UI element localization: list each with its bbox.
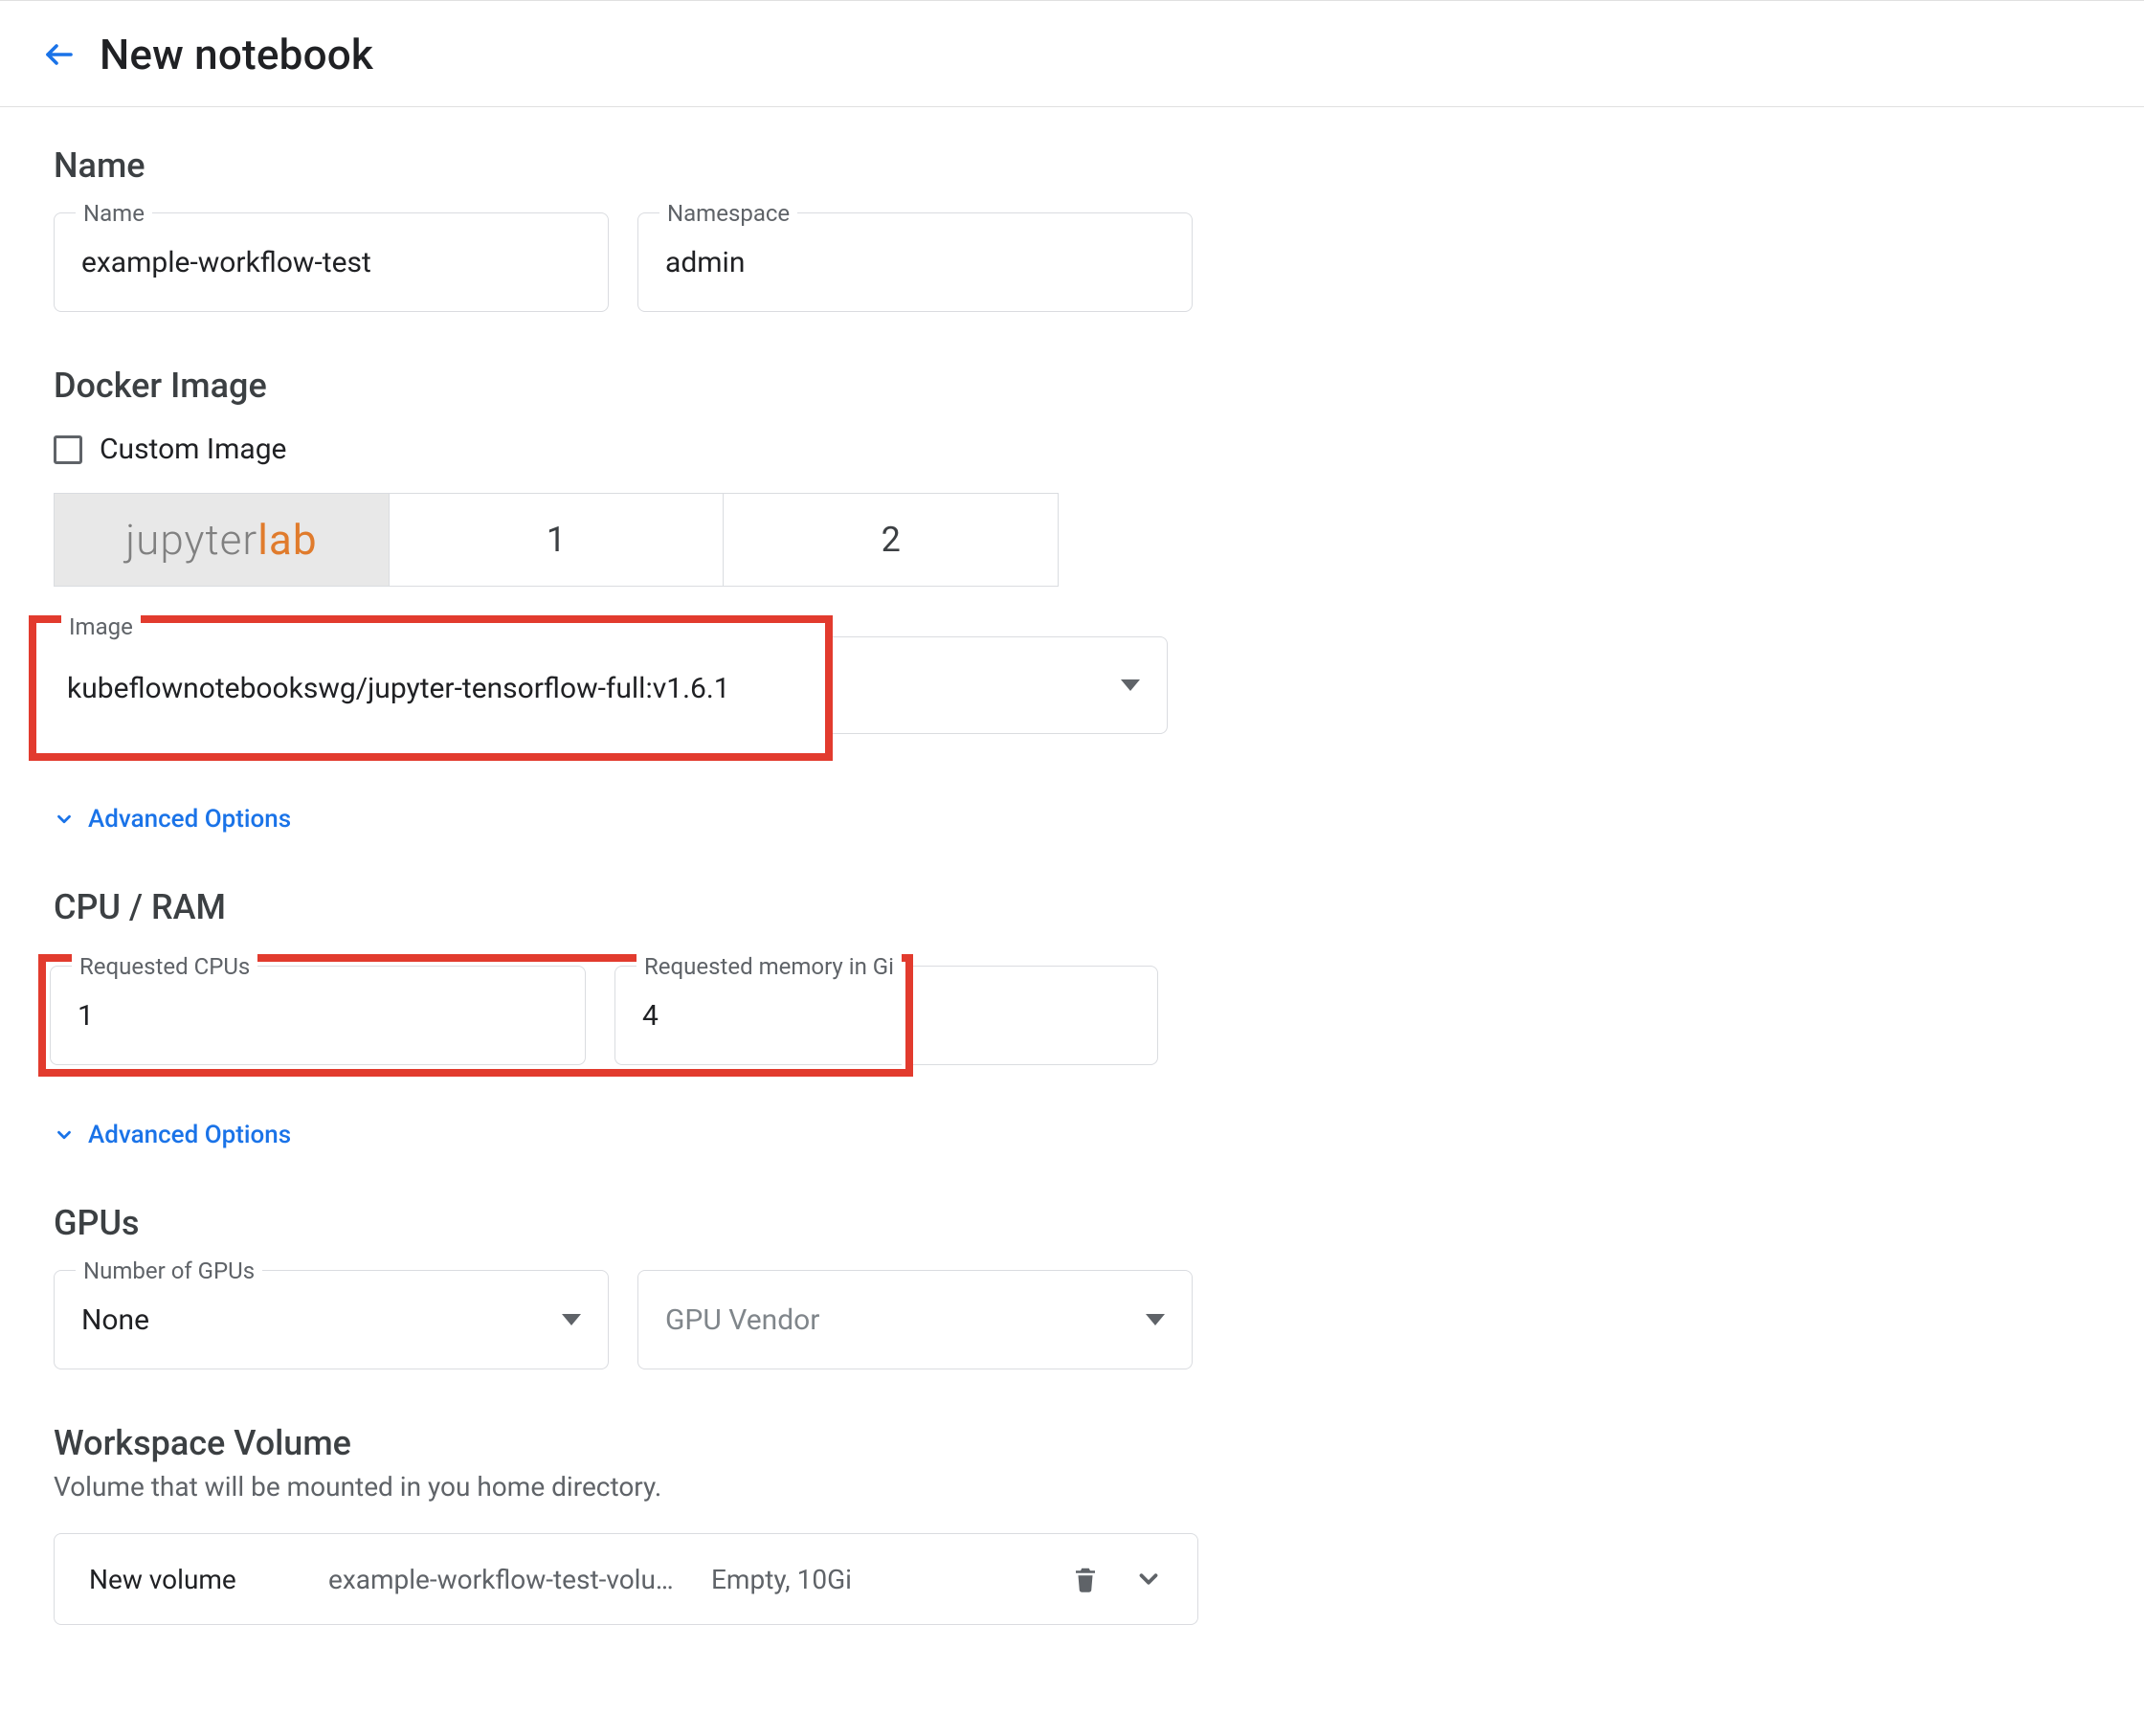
image-select[interactable] [833, 636, 1168, 734]
gpu-vendor-select[interactable]: GPU Vendor [637, 1270, 1193, 1369]
dropdown-arrow-icon [1146, 1310, 1165, 1329]
requested-cpus-input[interactable] [78, 999, 558, 1033]
checkbox-icon[interactable] [54, 435, 82, 464]
dropdown-arrow-icon [1121, 676, 1140, 695]
cpu-advanced-options[interactable]: Advanced Options [54, 1121, 2090, 1149]
name-input[interactable] [81, 246, 581, 279]
dropdown-arrow-icon [562, 1310, 581, 1329]
requested-memory-field-container: Requested memory in Gi [614, 966, 902, 1065]
name-field-label: Name [76, 200, 152, 227]
image-tab-jupyter[interactable]: jupyterlab [55, 494, 389, 586]
section-workspace-title: Workspace Volume [54, 1423, 2090, 1463]
volume-meta: Empty, 10Gi [711, 1564, 1037, 1595]
requested-cpus-field-container: Requested CPUs [50, 966, 586, 1065]
volume-name: New volume [89, 1564, 328, 1595]
requested-memory-field-tail [913, 966, 1158, 1065]
section-cpu-title: CPU / RAM [54, 887, 2090, 927]
gpu-vendor-placeholder: GPU Vendor [665, 1303, 1146, 1337]
image-tab-2[interactable]: 2 [723, 494, 1058, 586]
back-arrow-icon[interactable] [42, 37, 77, 72]
section-name-title: Name [54, 145, 2090, 186]
name-field-container: Name [54, 212, 609, 312]
section-docker-title: Docker Image [54, 366, 2090, 406]
workspace-volume-row[interactable]: New volume example-workflow-test-volu… E… [54, 1533, 1198, 1625]
section-workspace-subtitle: Volume that will be mounted in you home … [54, 1471, 2090, 1502]
trash-icon[interactable] [1071, 1563, 1100, 1595]
annotation-highlight-cpus: Requested CPUs Requested memory in Gi [38, 954, 913, 1077]
section-gpus: GPUs Number of GPUs None GPU Vendor [54, 1203, 2090, 1369]
cpu-advanced-label: Advanced Options [88, 1121, 291, 1149]
requested-memory-label: Requested memory in Gi [636, 953, 902, 980]
image-select-value: kubeflownotebookswg/jupyter-tensorflow-f… [67, 672, 794, 705]
image-tab-1[interactable]: 1 [389, 494, 724, 586]
namespace-field-container: Namespace [637, 212, 1193, 312]
requested-memory-input[interactable] [642, 999, 875, 1033]
page-header: New notebook [0, 1, 2144, 107]
section-name: Name Name Namespace [54, 145, 2090, 312]
image-select-label: Image [61, 613, 141, 640]
requested-cpus-label: Requested CPUs [72, 953, 257, 980]
custom-image-label: Custom Image [100, 433, 286, 466]
docker-advanced-label: Advanced Options [88, 805, 291, 834]
gpu-number-select[interactable]: Number of GPUs None [54, 1270, 609, 1369]
section-gpu-title: GPUs [54, 1203, 2090, 1243]
annotation-highlight-image: Image kubeflownotebookswg/jupyter-tensor… [29, 615, 833, 761]
chevron-down-icon [54, 1124, 75, 1146]
chevron-down-icon [54, 809, 75, 830]
section-cpu-ram: CPU / RAM Requested CPUs Requested memor… [54, 887, 2090, 1149]
namespace-field-label: Namespace [659, 200, 797, 227]
namespace-input[interactable] [665, 246, 1165, 279]
gpu-number-label: Number of GPUs [76, 1257, 262, 1284]
section-workspace-volume: Workspace Volume Volume that will be mou… [54, 1423, 2090, 1625]
page-title: New notebook [100, 30, 373, 79]
gpu-number-value: None [81, 1303, 562, 1337]
docker-advanced-options[interactable]: Advanced Options [54, 805, 2090, 834]
section-docker-image: Docker Image Custom Image jupyterlab 1 2… [54, 366, 2090, 834]
image-select-inner: Image kubeflownotebookswg/jupyter-tensor… [40, 627, 821, 749]
volume-path: example-workflow-test-volu… [328, 1564, 711, 1595]
image-type-tabs: jupyterlab 1 2 [54, 493, 1059, 587]
jupyterlab-logo-icon: jupyterlab [125, 515, 317, 565]
chevron-down-icon[interactable] [1134, 1565, 1163, 1593]
custom-image-checkbox-row[interactable]: Custom Image [54, 433, 2090, 466]
